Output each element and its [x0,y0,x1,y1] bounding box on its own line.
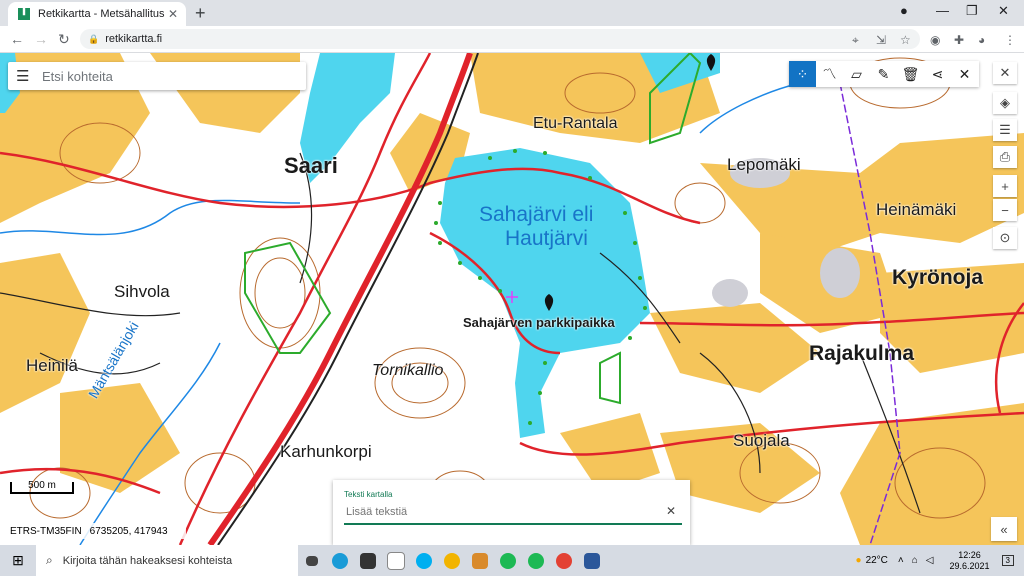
draw-text-icon[interactable]: ✎ [870,61,897,87]
browser-tab-strip: Retkikartta - Metsähallitus ✕ + ● — ❐ ✕ [0,0,1024,26]
place-label: Rajakulma [809,342,915,365]
menu-icon[interactable]: ☰ [16,67,32,85]
site-favicon-icon [18,8,30,20]
draw-area-icon[interactable]: ▱ [843,61,870,87]
collapse-panel-button[interactable]: « [991,517,1017,541]
windows-start-icon[interactable]: ⊞ [0,552,36,569]
draw-point-icon[interactable]: ⁘ [789,61,816,87]
coordinate-value: 6735205, 417943 [89,525,168,537]
place-label: Kyrönoja [892,266,984,289]
word-icon[interactable] [578,545,606,576]
volume-icon[interactable]: ◁ [926,555,934,566]
place-label: Sihvola [114,282,170,301]
puzzle-icon[interactable]: ✚ [954,33,964,47]
forward-arrow-icon[interactable]: → [34,31,48,47]
notifications-icon[interactable]: 3 [1001,555,1014,566]
place-label: Tornikallio [372,362,444,379]
search-box[interactable]: ☰ Etsi kohteita [8,62,306,90]
search-icon: ⌕ [46,553,53,567]
location-icon[interactable]: ⌖ [852,33,859,48]
share-icon[interactable]: ⋖ [924,61,951,87]
zoom-in-button[interactable]: + [993,175,1017,197]
lock-icon: 🔒 [88,33,100,44]
zoom-out-button[interactable]: − [993,199,1017,221]
measure-tool-icon[interactable]: ✕ [993,62,1017,84]
clock[interactable]: 12:26 29.6.2021 [950,550,990,572]
layers-icon[interactable]: ◈ [993,92,1017,114]
draw-line-icon[interactable]: 〽 [816,61,843,87]
map-text-input[interactable] [344,501,682,525]
store-icon[interactable] [354,545,382,576]
legend-icon[interactable]: ☰ [993,119,1017,141]
tab-close-icon[interactable]: ✕ [166,7,180,21]
reload-icon[interactable]: ↻ [58,31,70,48]
lake-label-line1: Sahajärvi eli Hautjärvi [479,203,594,250]
place-label: Lepomäki [727,155,801,174]
spotify-icon[interactable] [522,545,550,576]
delete-drawing-icon[interactable]: 🗑 [897,61,924,87]
coordinate-readout: ETRS-TM35FIN 6735205, 417943 [6,523,186,539]
clock-time: 12:26 [958,549,981,560]
place-label: Heinämäki [876,200,957,219]
new-tab-button[interactable]: + [195,3,206,24]
locate-me-icon[interactable]: ⊙ [993,227,1017,249]
skype-icon[interactable] [410,545,438,576]
address-bar-row: ← → ↻ 🔒 retkikartta.fi ⌖ ⇲ ☆ ◉ ✚ ◕ ⋮ [0,26,1024,53]
home-icon[interactable] [382,545,410,576]
tray-chevron-icon[interactable]: ˄ [898,555,904,566]
windows-taskbar: ⊞ ⌕ Kirjoita tähän hakeaksesi kohteista … [0,545,1024,576]
notes-icon[interactable] [466,545,494,576]
chrome-menu-icon[interactable]: ⋮ [1004,33,1016,47]
place-label: Karhunkorpi [280,442,372,461]
task-view-icon[interactable] [298,545,326,576]
map-text-panel: Teksti kartalla ✕ [333,480,690,545]
print-icon[interactable]: ⎙ [993,146,1017,168]
spotify-icon[interactable] [494,545,522,576]
tab-title: Retkikartta - Metsähallitus [38,8,165,20]
close-toolbar-icon[interactable]: ✕ [951,61,978,87]
bookmark-star-icon[interactable]: ☆ [900,33,911,47]
place-label: Saari [284,153,338,178]
url-field[interactable]: 🔒 retkikartta.fi [80,29,920,49]
map-canvas[interactable]: Sahajärvi eli Hautjärvi Sahajärven parkki… [0,53,1024,545]
edge-icon[interactable] [326,545,354,576]
search-input[interactable]: Etsi kohteita [42,69,113,84]
network-icon[interactable]: ⌂ [912,555,918,566]
parking-label: Sahajärven parkkipaikka [463,315,615,330]
scale-bar: 500 m [10,481,74,494]
system-tray: ● 22°C ˄ ⌂ ◁ 12:26 29.6.2021 3 [856,545,1014,576]
taskbar-search-placeholder: Kirjoita tähän hakeaksesi kohteista [62,554,233,567]
url-text: retkikartta.fi [105,33,163,45]
avatar[interactable]: ◕ [978,33,985,47]
weather-icon[interactable]: ● [856,555,862,566]
clock-date: 29.6.2021 [949,560,990,571]
temperature[interactable]: 22°C [866,555,888,566]
crs-selector[interactable]: ETRS-TM35FIN [10,526,82,537]
taskbar-search[interactable]: ⌕ Kirjoita tähän hakeaksesi kohteista [36,545,298,576]
browser-tab[interactable]: Retkikartta - Metsähallitus ✕ [8,2,186,26]
text-field-label: Teksti kartalla [344,490,393,499]
clear-text-icon[interactable]: ✕ [666,504,676,518]
install-icon[interactable]: ⇲ [876,33,886,47]
chrome-icon[interactable] [550,545,578,576]
restore-button[interactable]: ❐ [966,3,978,19]
profile-download-icon[interactable]: ● [900,3,908,18]
back-arrow-icon[interactable]: ← [10,31,24,47]
extension-icon[interactable]: ◉ [930,33,940,47]
place-label: Suojala [733,431,790,450]
place-label: Etu-Rantala [533,115,618,132]
minimize-button[interactable]: — [936,3,949,18]
place-label: Heinilä [26,356,78,375]
draw-toolbar: ⁘ 〽 ▱ ✎ 🗑 ⋖ ✕ [789,61,979,87]
close-window-button[interactable]: ✕ [998,3,1009,19]
chrome-icon[interactable] [438,545,466,576]
